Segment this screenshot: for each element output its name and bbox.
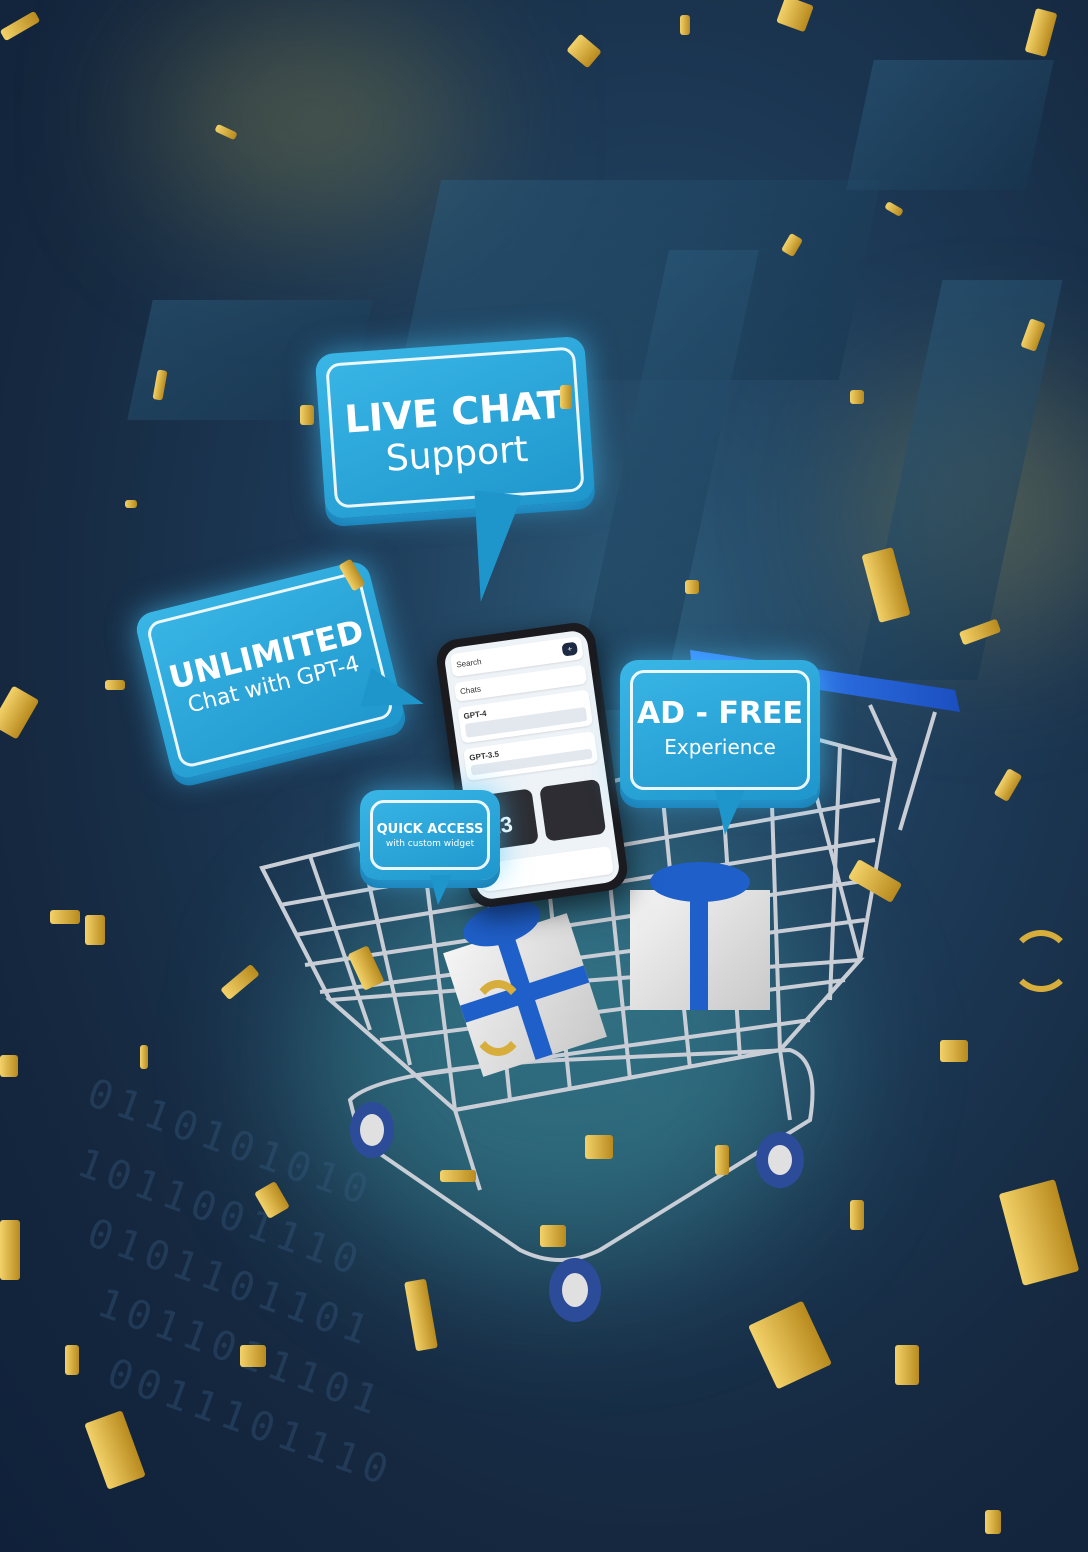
live-chat-bubble: LIVE CHAT Support	[314, 335, 596, 605]
confetti-piece	[140, 1045, 148, 1069]
phone-add-icon: +	[561, 641, 579, 657]
phone-calendar-widget	[539, 778, 607, 842]
confetti-piece	[470, 980, 526, 1056]
confetti-piece	[850, 390, 864, 404]
ad-free-bubble: AD - FREE Experience	[620, 660, 820, 835]
quick-access-subtitle: with custom widget	[385, 839, 475, 849]
ad-free-title: AD - FREE	[636, 696, 804, 731]
confetti-piece	[1010, 930, 1072, 992]
gift-bow	[650, 862, 750, 902]
confetti-piece	[680, 15, 690, 35]
confetti-piece	[65, 1345, 79, 1375]
bubble-tail	[715, 790, 745, 835]
confetti-piece	[300, 405, 314, 425]
confetti-piece	[440, 1170, 476, 1182]
phone-search-label: Search	[455, 657, 483, 670]
gift-box-right	[630, 862, 770, 1010]
confetti-piece	[85, 915, 105, 945]
confetti-piece	[125, 500, 137, 508]
ad-free-subtitle: Experience	[664, 735, 776, 759]
confetti-piece	[715, 1145, 729, 1175]
confetti-piece	[685, 580, 699, 594]
bubble-tail	[430, 875, 452, 905]
quick-access-bubble: QUICK ACCESS with custom widget	[360, 790, 500, 905]
quick-access-title: QUICK ACCESS	[376, 822, 484, 837]
confetti-piece	[560, 385, 572, 409]
confetti-piece	[585, 1135, 613, 1159]
confetti-piece	[895, 1345, 919, 1385]
confetti-piece	[240, 1345, 266, 1367]
confetti-piece	[105, 680, 125, 690]
confetti-piece	[940, 1040, 968, 1062]
confetti-piece	[540, 1225, 566, 1247]
confetti-piece	[985, 1510, 1001, 1534]
confetti-piece	[0, 1220, 20, 1280]
gift-ribbon	[690, 890, 708, 1010]
confetti-piece	[50, 910, 80, 924]
confetti-piece	[0, 1055, 18, 1077]
confetti-piece	[850, 1200, 864, 1230]
